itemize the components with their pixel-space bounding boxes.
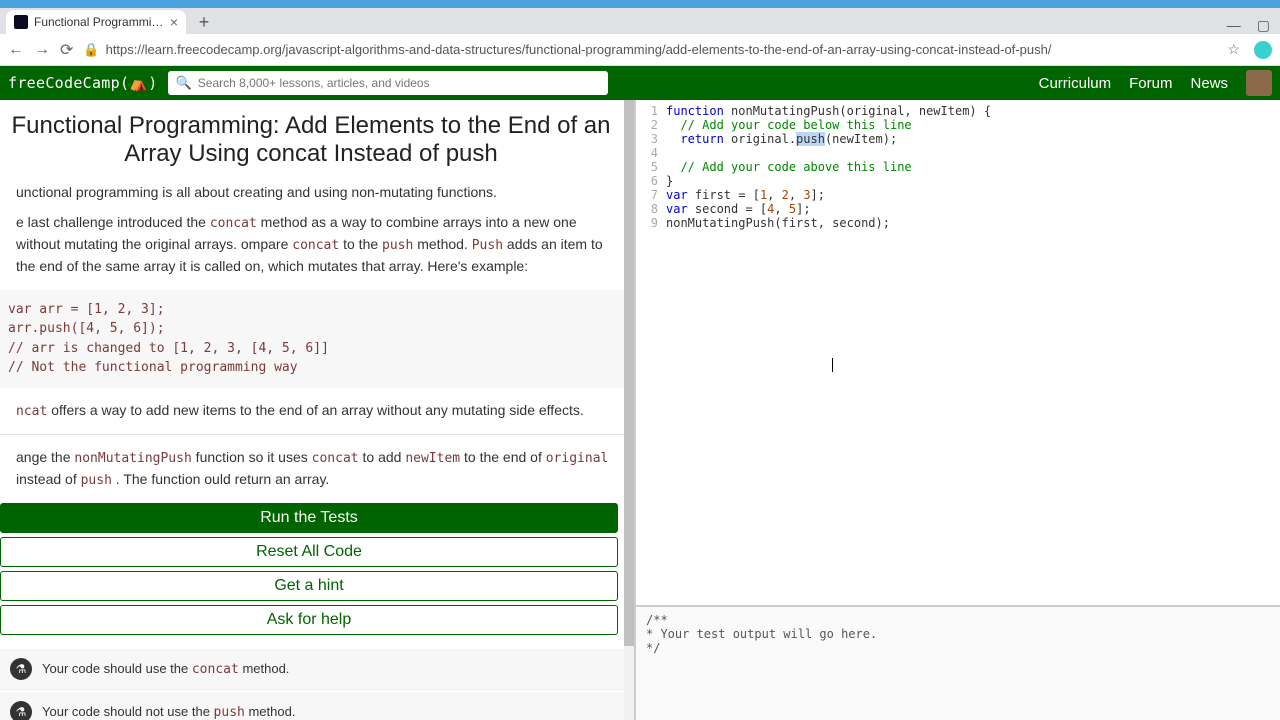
run-tests-button[interactable]: Run the Tests (0, 503, 618, 533)
user-avatar[interactable] (1246, 70, 1272, 96)
lesson-para-1: unctional programming is all about creat… (0, 178, 634, 208)
address-bar: ← → ⟳ 🔒 https://learn.freecodecamp.org/j… (0, 34, 1280, 66)
tab-title: Functional Programming: Add El (34, 15, 164, 29)
lesson-title: Functional Programming: Add Elements to … (0, 112, 634, 178)
browser-tab-strip: Functional Programming: Add El × + — ▢ (0, 8, 1280, 34)
lesson-para-4: ange the nonMutatingPush function so it … (0, 443, 634, 495)
nav-forum[interactable]: Forum (1129, 75, 1172, 92)
divider (0, 434, 634, 435)
flask-icon: ⚗ (10, 658, 32, 680)
url-box[interactable]: 🔒 https://learn.freecodecamp.org/javascr… (83, 42, 1217, 58)
text-cursor-icon (832, 358, 833, 372)
maximize-icon[interactable]: ▢ (1257, 17, 1270, 34)
lesson-para-2: e last challenge introduced the concat m… (0, 208, 634, 282)
lesson-para-3: ncat offers a way to add new items to th… (0, 396, 634, 426)
url-text: https://learn.freecodecamp.org/javascrip… (106, 42, 1052, 57)
lesson-panel: Functional Programming: Add Elements to … (0, 100, 636, 720)
tests-list: ⚗ Your code should use the concat method… (0, 649, 634, 720)
new-tab-button[interactable]: + (192, 10, 216, 34)
browser-tab[interactable]: Functional Programming: Add El × (6, 10, 186, 34)
editor-panel: 1function nonMutatingPush(original, newI… (636, 100, 1280, 720)
lock-icon: 🔒 (83, 42, 99, 58)
code-example: var arr = [1, 2, 3]; arr.push([4, 5, 6])… (0, 290, 634, 388)
minimize-icon[interactable]: — (1227, 17, 1241, 34)
search-box[interactable]: 🔍 (168, 71, 608, 95)
favicon-icon (14, 15, 28, 29)
test-row: ⚗ Your code should use the concat method… (0, 649, 634, 690)
fcc-logo[interactable]: freeCodeCamp(⛺) (8, 74, 158, 92)
ask-help-button[interactable]: Ask for help (0, 605, 618, 635)
search-input[interactable] (198, 76, 600, 90)
get-hint-button[interactable]: Get a hint (0, 571, 618, 601)
back-icon[interactable]: ← (8, 41, 24, 59)
code-editor[interactable]: 1function nonMutatingPush(original, newI… (636, 100, 1280, 605)
forward-icon[interactable]: → (34, 41, 50, 59)
test-row: ⚗ Your code should not use the push meth… (0, 692, 634, 720)
console-output: /** * Your test output will go here. */ (636, 605, 1280, 720)
flask-icon: ⚗ (10, 701, 32, 720)
search-icon: 🔍 (176, 75, 192, 91)
profile-icon[interactable] (1254, 41, 1272, 59)
star-icon[interactable]: ☆ (1227, 41, 1240, 58)
nav-news[interactable]: News (1190, 75, 1228, 92)
reload-icon[interactable]: ⟳ (60, 40, 73, 60)
fcc-header: freeCodeCamp(⛺) 🔍 Curriculum Forum News (0, 66, 1280, 100)
scrollbar[interactable] (624, 100, 634, 720)
nav-curriculum[interactable]: Curriculum (1039, 75, 1112, 92)
reset-code-button[interactable]: Reset All Code (0, 537, 618, 567)
close-icon[interactable]: × (170, 14, 178, 30)
